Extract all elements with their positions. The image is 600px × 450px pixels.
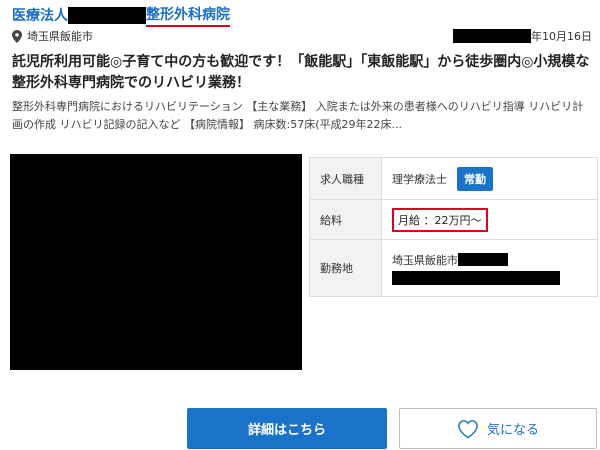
job-description: 整形外科専門病院におけるリハビリテーション 【主な業務】 入院または外来の患者様… (12, 100, 584, 131)
workplace-cell: 埼玉県飯能市 (382, 240, 597, 296)
view-details-button[interactable]: 詳細はこちら (187, 408, 387, 449)
occupation-label: 求人職種 (310, 158, 382, 199)
salary-cell: 月給 ：22万円〜 (382, 200, 597, 239)
row-occupation: 求人職種 理学療法士 常勤 (310, 158, 597, 200)
favorite-label: 気になる (486, 423, 539, 438)
favorite-button[interactable]: 気になる (399, 408, 597, 449)
employer-title[interactable]: 医療法人 整形外科病院 (12, 4, 230, 27)
heart-icon (458, 419, 478, 438)
location-pin-icon (12, 29, 22, 43)
job-photo (10, 154, 302, 370)
row-workplace: 勤務地 埼玉県飯能市 (310, 240, 597, 296)
redacted-address-1 (458, 253, 508, 266)
row-salary: 給料 月給 ：22万円〜 (310, 200, 597, 240)
salary-value: 月給 ：22万円〜 (392, 207, 488, 232)
job-details-table: 求人職種 理学療法士 常勤 給料 月給 ：22万円〜 勤務地 埼玉県飯能市 (309, 157, 598, 297)
redacted-employer-name (68, 6, 146, 24)
employer-suffix[interactable]: 整形外科病院 (146, 4, 230, 27)
occupation-cell: 理学療法士 常勤 (382, 158, 597, 199)
location-text: 埼玉県飯能市 (27, 30, 93, 43)
date-text: 年10月16日 (531, 30, 592, 43)
salary-label: 給料 (310, 200, 382, 239)
posted-date: 年10月16日 (453, 28, 592, 44)
redacted-year (453, 29, 531, 43)
job-headline: 託児所利用可能◎子育て中の方も歓迎です！「飯能駅」「東飯能駅」から徒歩圏内◎小規… (12, 54, 590, 91)
redacted-address-2 (392, 270, 560, 285)
workplace-label: 勤務地 (310, 240, 382, 296)
location: 埼玉県飯能市 (12, 28, 93, 44)
workplace-value: 埼玉県飯能市 (392, 253, 458, 267)
occupation-value: 理学療法士 (392, 172, 447, 186)
employment-type-badge: 常勤 (457, 166, 493, 191)
employer-prefix[interactable]: 医療法人 (12, 5, 68, 25)
